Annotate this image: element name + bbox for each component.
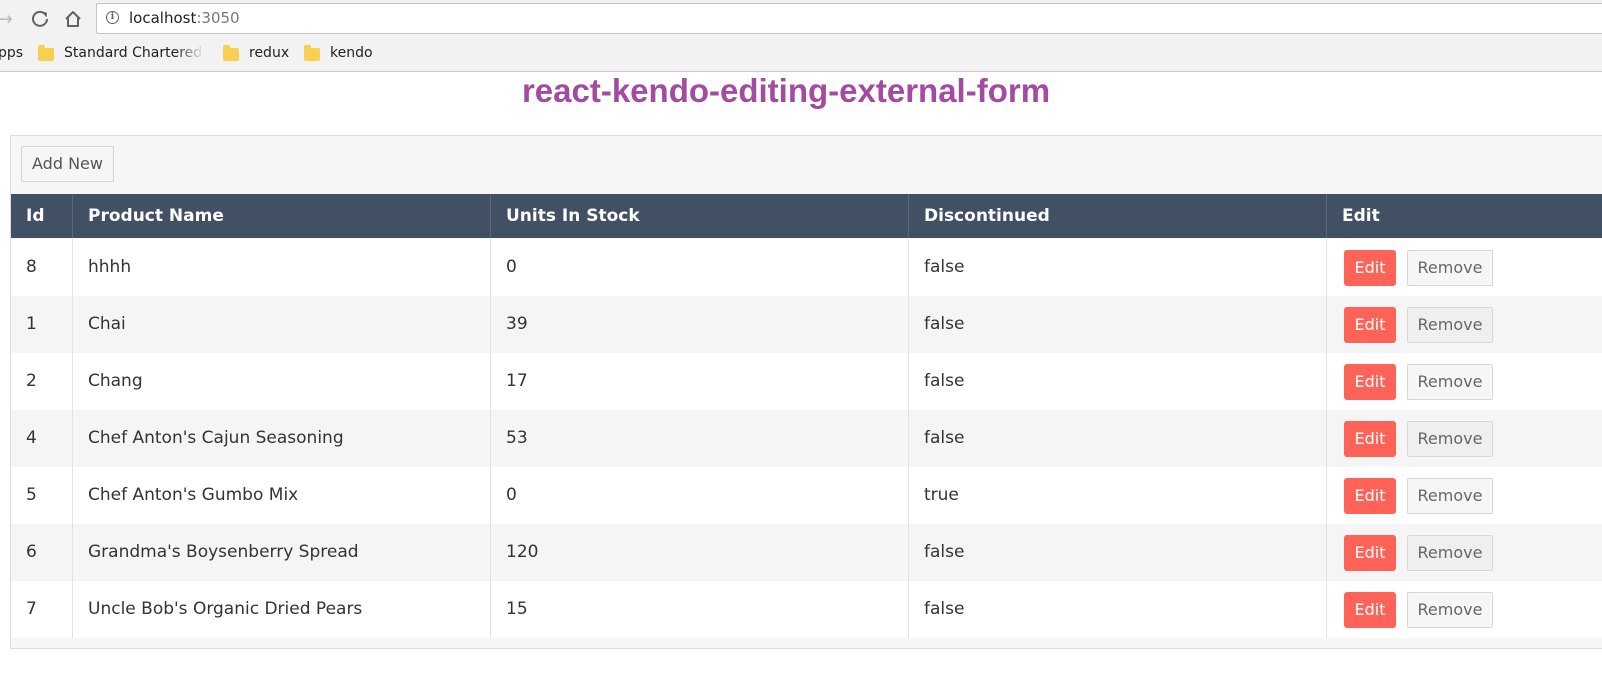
bookmark-label: kendo: [330, 45, 373, 61]
cell-discontinued: false: [909, 524, 1327, 581]
bookmark-kendo[interactable]: kendo: [304, 44, 373, 61]
remove-button[interactable]: Remove: [1407, 478, 1493, 514]
edit-button[interactable]: Edit: [1344, 421, 1396, 457]
cell-id: 8: [11, 239, 73, 296]
cell-id: 7: [11, 581, 73, 638]
cell-units-in-stock: 120: [491, 524, 909, 581]
cell-units-in-stock: 53: [491, 410, 909, 467]
bookmark-label: redux: [249, 45, 290, 61]
cell-actions: Edit Remove: [1327, 239, 1602, 296]
cell-actions: Edit Remove: [1327, 581, 1602, 638]
cell-units-in-stock: 0: [491, 467, 909, 524]
table-row[interactable]: 7 Uncle Bob's Organic Dried Pears 15 false E…: [11, 581, 1602, 638]
bookmark-label: pps: [0, 45, 24, 61]
bookmark-standard-chartered[interactable]: Standard Chartered B: [38, 44, 204, 61]
cell-units-in-stock: 17: [491, 353, 909, 410]
edit-button[interactable]: Edit: [1344, 307, 1396, 343]
cell-actions: Edit Remove: [1327, 410, 1602, 467]
edit-button[interactable]: Edit: [1344, 364, 1396, 400]
grid-header: Id Product Name Units In Stock Discontin…: [11, 194, 1602, 238]
cell-id: 6: [11, 524, 73, 581]
folder-icon: [304, 44, 320, 61]
cell-id: 2: [11, 353, 73, 410]
cell-discontinued: true: [909, 467, 1327, 524]
cell-id: 1: [11, 296, 73, 353]
cell-product-name: Chai: [73, 296, 491, 353]
cell-id: 4: [11, 410, 73, 467]
cell-actions: Edit Remove: [1327, 467, 1602, 524]
bookmark-label: Standard Chartered B: [64, 45, 204, 61]
cell-discontinued: false: [909, 296, 1327, 353]
cell-discontinued: false: [909, 239, 1327, 296]
cell-discontinued: false: [909, 410, 1327, 467]
remove-button[interactable]: Remove: [1407, 364, 1493, 400]
column-header-id[interactable]: Id: [11, 194, 73, 238]
address-bar[interactable]: i localhost:3050: [96, 3, 1602, 34]
home-icon[interactable]: [60, 6, 86, 32]
product-grid: Add New Id Product Name Units In Stock D…: [10, 135, 1602, 649]
edit-button[interactable]: Edit: [1344, 535, 1396, 571]
column-header-units-in-stock[interactable]: Units In Stock: [491, 194, 909, 238]
remove-button[interactable]: Remove: [1407, 592, 1493, 628]
cell-product-name: Chef Anton's Cajun Seasoning: [73, 410, 491, 467]
table-row[interactable]: 4 Chef Anton's Cajun Seasoning 53 false Edit…: [11, 410, 1602, 467]
folder-icon: [223, 44, 239, 61]
table-row[interactable]: 1 Chai 39 false Edit Remove: [11, 296, 1602, 353]
table-row[interactable]: 6 Grandma's Boysenberry Spread 120 false Edi…: [11, 524, 1602, 581]
table-row[interactable]: 5 Chef Anton's Gumbo Mix 0 true Edit Remove: [11, 467, 1602, 524]
url-text: localhost:3050: [129, 9, 240, 27]
cell-actions: Edit Remove: [1327, 524, 1602, 581]
cell-units-in-stock: 15: [491, 581, 909, 638]
column-header-discontinued[interactable]: Discontinued: [909, 194, 1327, 238]
browser-toolbar: → i localhost:3050: [0, 0, 1602, 38]
cell-discontinued: false: [909, 581, 1327, 638]
column-header-product-name[interactable]: Product Name: [73, 194, 491, 238]
cell-product-name: Uncle Bob's Organic Dried Pears: [73, 581, 491, 638]
table-row[interactable]: 2 Chang 17 false Edit Remove: [11, 353, 1602, 410]
cell-units-in-stock: 0: [491, 239, 909, 296]
bookmarks-bar: pps Standard Chartered B redux kendo: [0, 38, 1602, 72]
cell-units-in-stock: 39: [491, 296, 909, 353]
add-new-button[interactable]: Add New: [21, 146, 114, 182]
table-row[interactable]: 8 hhhh 0 false Edit Remove: [11, 239, 1602, 296]
cell-product-name: Grandma's Boysenberry Spread: [73, 524, 491, 581]
cell-actions: Edit Remove: [1327, 353, 1602, 410]
cell-actions: Edit Remove: [1327, 296, 1602, 353]
cell-product-name: Chang: [73, 353, 491, 410]
remove-button[interactable]: Remove: [1407, 535, 1493, 571]
edit-button[interactable]: Edit: [1344, 592, 1396, 628]
cell-product-name: Chef Anton's Gumbo Mix: [73, 467, 491, 524]
remove-button[interactable]: Remove: [1407, 421, 1493, 457]
cell-discontinued: false: [909, 353, 1327, 410]
column-header-edit: Edit: [1342, 206, 1380, 226]
remove-button[interactable]: Remove: [1407, 250, 1493, 286]
bookmark-redux[interactable]: redux: [223, 44, 290, 61]
info-icon[interactable]: i: [106, 11, 119, 24]
edit-button[interactable]: Edit: [1344, 478, 1396, 514]
cell-product-name: hhhh: [73, 239, 491, 296]
reload-icon[interactable]: [27, 6, 53, 32]
bookmark-apps[interactable]: pps: [0, 45, 23, 61]
forward-icon[interactable]: →: [0, 6, 18, 32]
edit-button[interactable]: Edit: [1344, 250, 1396, 286]
folder-icon: [38, 44, 54, 61]
page-title: react-kendo-editing-external-form: [521, 72, 1051, 109]
remove-button[interactable]: Remove: [1407, 307, 1493, 343]
cell-id: 5: [11, 467, 73, 524]
